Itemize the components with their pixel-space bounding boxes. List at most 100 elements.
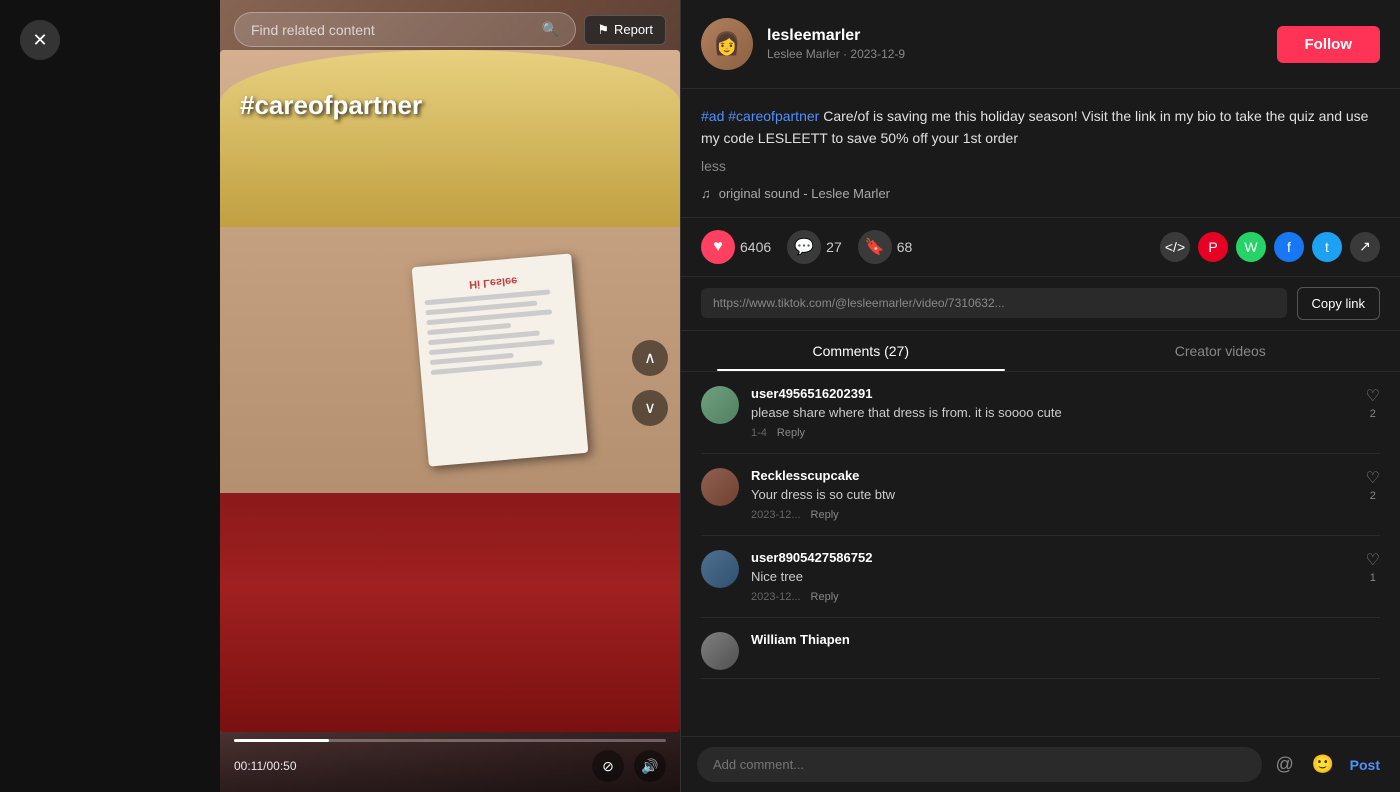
post-tag1[interactable]: #ad [701, 108, 724, 124]
comment-avatar [701, 468, 739, 506]
comment-username[interactable]: Recklesscupcake [751, 468, 1354, 483]
emoji-button[interactable]: 🙂 [1308, 750, 1338, 780]
post-tag2[interactable]: #careofpartner [728, 108, 819, 124]
comment-input-row: @ 🙂 Post [681, 736, 1400, 792]
sound-name[interactable]: original sound - Leslee Marler [719, 186, 890, 201]
facebook-button[interactable]: f [1274, 232, 1304, 262]
video-top-bar: Find related content 🔍 ⚑ Report [220, 0, 680, 59]
close-button[interactable]: ✕ [20, 20, 60, 60]
comment-item: user4956516202391 please share where tha… [701, 372, 1380, 454]
comment-reply-button[interactable]: Reply [777, 427, 805, 439]
comment-avatar [701, 632, 739, 670]
comment-like[interactable]: ♡ 2 [1366, 468, 1380, 502]
post-content: #ad #careofpartner Care/of is saving me … [681, 89, 1400, 218]
whatsapp-icon: W [1244, 239, 1257, 255]
profile-info: lesleemarler Leslee Marler · 2023-12-9 [767, 27, 1263, 61]
search-bar[interactable]: Find related content 🔍 [234, 12, 576, 47]
embed-icon: </> [1165, 239, 1185, 255]
paper-card: Hi Leslee [412, 253, 589, 466]
mention-button[interactable]: @ [1270, 750, 1300, 780]
video-controls: 00:11/00:50 ⊘ 🔊 [220, 731, 680, 792]
bookmark-action[interactable]: 🔖 68 [858, 230, 913, 264]
bookmark-count: 68 [897, 239, 913, 255]
pinterest-button[interactable]: P [1198, 232, 1228, 262]
comment-icon-circle: 💬 [787, 230, 821, 264]
comment-text: please share where that dress is from. i… [751, 404, 1354, 422]
sound-row: ♫ original sound - Leslee Marler [701, 186, 1380, 201]
avatar-emoji: 👩 [713, 31, 740, 57]
comment-reply-button[interactable]: Reply [811, 591, 839, 603]
comment-username[interactable]: William Thiapen [751, 632, 1380, 647]
report-flag-icon: ⚑ [597, 22, 609, 38]
down-arrow-icon: ∨ [644, 398, 656, 418]
share-icons: </> P W f t ↗ [1160, 232, 1380, 262]
right-panel: 👩 lesleemarler Leslee Marler · 2023-12-9… [680, 0, 1400, 792]
comment-text: Nice tree [751, 568, 1354, 586]
avatar: 👩 [701, 18, 753, 70]
like-count: 6406 [740, 239, 771, 255]
comment-avatar [701, 550, 739, 588]
comment-action[interactable]: 💬 27 [787, 230, 842, 264]
comment-input[interactable] [697, 747, 1262, 782]
at-icon: @ [1276, 754, 1294, 775]
more-share-button[interactable]: ↗ [1350, 232, 1380, 262]
emoji-icon: 🙂 [1311, 754, 1333, 775]
progress-fill [234, 739, 329, 742]
facebook-icon: f [1287, 239, 1291, 255]
tab-comments[interactable]: Comments (27) [681, 331, 1041, 371]
like-action[interactable]: ♥ 6406 [701, 230, 771, 264]
comment-item: William Thiapen [701, 618, 1380, 679]
copy-link-button[interactable]: Copy link [1297, 287, 1380, 320]
comment-heart-icon: ♡ [1366, 386, 1380, 406]
comment-item: user8905427586752 Nice tree 2023-12... R… [701, 536, 1380, 618]
follow-button[interactable]: Follow [1277, 26, 1381, 63]
profile-header: 👩 lesleemarler Leslee Marler · 2023-12-9… [681, 0, 1400, 89]
link-row: https://www.tiktok.com/@lesleemarler/vid… [681, 277, 1400, 331]
actions-row: ♥ 6406 💬 27 🔖 68 </> P W f t [681, 218, 1400, 277]
twitter-button[interactable]: t [1312, 232, 1342, 262]
up-arrow-icon: ∧ [644, 348, 656, 368]
comment-text: Your dress is so cute btw [751, 486, 1354, 504]
comments-list: user4956516202391 please share where tha… [681, 372, 1400, 736]
no-subtitle-button[interactable]: ⊘ [592, 750, 624, 782]
paper-card-lines [425, 288, 571, 380]
report-button[interactable]: ⚑ Report [584, 15, 666, 45]
control-icons: ⊘ 🔊 [592, 750, 666, 782]
comment-meta: 2023-12... Reply [751, 591, 1354, 603]
comment-reply-button[interactable]: Reply [811, 509, 839, 521]
whatsapp-button[interactable]: W [1236, 232, 1266, 262]
music-note-icon: ♫ [701, 186, 711, 201]
nav-down-button[interactable]: ∨ [632, 390, 668, 426]
tab-creator-videos[interactable]: Creator videos [1041, 331, 1400, 371]
no-subtitle-icon: ⊘ [602, 758, 614, 775]
video-panel: Find related content 🔍 ⚑ Report #careofp… [220, 0, 680, 792]
comment-date: 2023-12... [751, 591, 801, 603]
comment-content: user8905427586752 Nice tree 2023-12... R… [751, 550, 1354, 603]
more-share-icon: ↗ [1359, 238, 1371, 255]
person-dress [220, 493, 680, 732]
comment-heart-icon: ♡ [1366, 550, 1380, 570]
report-label: Report [614, 22, 653, 37]
less-button[interactable]: less [701, 158, 1380, 174]
close-icon: ✕ [32, 30, 47, 51]
hashtag-overlay: #careofpartner [240, 90, 422, 121]
paper-card-header: Hi Leslee [469, 274, 518, 290]
profile-username[interactable]: lesleemarler [767, 27, 1263, 45]
comment-username[interactable]: user8905427586752 [751, 550, 1354, 565]
twitter-icon: t [1325, 239, 1329, 255]
post-comment-button[interactable]: Post [1346, 757, 1384, 773]
comment-meta: 1-4 Reply [751, 427, 1354, 439]
bookmark-icon-circle: 🔖 [858, 230, 892, 264]
comment-content: William Thiapen [751, 632, 1380, 650]
nav-up-button[interactable]: ∧ [632, 340, 668, 376]
profile-date: 2023-12-9 [850, 47, 905, 61]
embed-button[interactable]: </> [1160, 232, 1190, 262]
volume-button[interactable]: 🔊 [634, 750, 666, 782]
pinterest-icon: P [1208, 239, 1217, 255]
comment-like[interactable]: ♡ 2 [1366, 386, 1380, 420]
progress-bar[interactable] [234, 739, 666, 742]
comment-username[interactable]: user4956516202391 [751, 386, 1354, 401]
comment-like[interactable]: ♡ 1 [1366, 550, 1380, 584]
controls-row: 00:11/00:50 ⊘ 🔊 [234, 750, 666, 782]
profile-subline: Leslee Marler · 2023-12-9 [767, 47, 1263, 61]
